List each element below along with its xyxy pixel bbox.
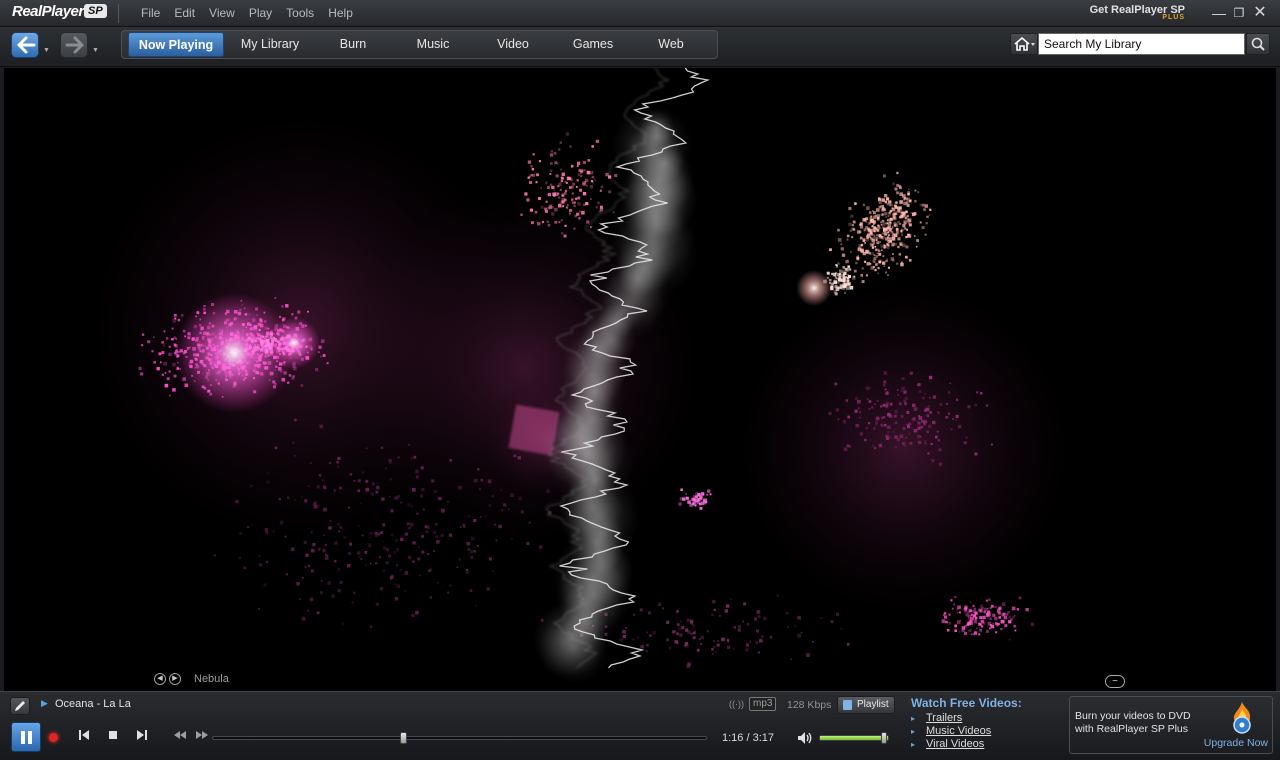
search-button[interactable] <box>1246 33 1270 55</box>
menu-file[interactable]: File <box>141 6 160 20</box>
back-arrow-icon <box>17 36 36 54</box>
title-bar: RealPlayer SP File Edit View Play Tools … <box>0 0 1280 27</box>
rewind-icon <box>174 731 186 739</box>
volume-handle[interactable] <box>881 732 887 744</box>
pencil-icon <box>15 701 25 711</box>
volume-slider[interactable] <box>819 732 889 744</box>
seek-bar[interactable] <box>212 732 707 744</box>
menu-tools[interactable]: Tools <box>286 6 314 20</box>
minimize-icon[interactable]: — <box>1210 4 1228 22</box>
menu-play[interactable]: Play <box>249 6 272 20</box>
search-input[interactable]: Search My Library <box>1038 33 1245 55</box>
track-title: Oceana - La La <box>55 698 131 710</box>
restore-icon[interactable]: ❐ <box>1230 4 1248 22</box>
search-icon <box>1251 37 1265 51</box>
previous-icon <box>79 730 89 740</box>
toolbar: ▼ ▼ Now Playing My Library Burn Music Vi… <box>0 27 1280 67</box>
record-button[interactable] <box>49 733 58 742</box>
previous-visualization-icon[interactable]: ◀ <box>154 673 166 685</box>
visualization-area[interactable]: ◀ ▶ Nebula ~ <box>4 68 1276 691</box>
nebula-visualization <box>84 68 1074 684</box>
speaker-icon <box>798 732 812 744</box>
now-playing-indicator-icon: ▶ <box>41 698 48 708</box>
menu-help[interactable]: Help <box>328 6 353 20</box>
seek-handle[interactable] <box>400 732 407 744</box>
visualization-mode-icon[interactable]: ~ <box>1105 675 1125 688</box>
close-icon[interactable]: ✕ <box>1251 4 1269 22</box>
player-control-bar: ▶ Oceana - La La ((·)) mp3 128 Kbps Play… <box>0 691 1280 760</box>
back-button[interactable] <box>11 32 39 58</box>
playlist-label: Playlist <box>857 699 889 710</box>
visualization-name: Nebula <box>194 673 229 685</box>
streaming-icon: ((·)) <box>729 699 744 709</box>
logo-badge: SP <box>84 4 107 18</box>
forward-arrow-icon <box>65 36 84 54</box>
format-badge: mp3 <box>749 697 777 711</box>
transport-controls: 1:16 / 3:17 <box>0 722 900 754</box>
upgrade-promo: Burn your videos to DVD with RealPlayer … <box>1069 696 1273 754</box>
tab-games[interactable]: Games <box>558 31 628 58</box>
upgrade-now-link[interactable]: Upgrade Now <box>1204 737 1268 749</box>
previous-track-button[interactable] <box>76 728 92 746</box>
bitrate: 128 Kbps <box>787 699 832 711</box>
volume-button[interactable] <box>796 730 814 751</box>
stop-button[interactable] <box>105 728 121 746</box>
stop-icon <box>109 731 117 739</box>
volume-level <box>820 736 888 740</box>
tab-video[interactable]: Video <box>478 31 548 58</box>
forward-button[interactable] <box>60 32 88 58</box>
tab-web[interactable]: Web <box>636 31 706 58</box>
link-music-videos[interactable]: Music Videos <box>911 725 991 738</box>
next-track-button[interactable] <box>134 728 150 746</box>
time-display: 1:16 / 3:17 <box>722 732 774 744</box>
link-viral-videos[interactable]: Viral Videos <box>911 738 991 751</box>
tab-burn[interactable]: Burn <box>318 31 388 58</box>
next-visualization-icon[interactable]: ▶ <box>169 673 181 685</box>
forward-history-chevron-icon[interactable]: ▼ <box>92 47 99 54</box>
playlist-icon <box>843 700 852 710</box>
playlist-button[interactable]: Playlist <box>837 696 895 714</box>
menu-edit[interactable]: Edit <box>174 6 195 20</box>
flame-disc-icon <box>1233 702 1251 734</box>
pause-button[interactable] <box>11 722 41 752</box>
home-icon <box>1014 36 1035 51</box>
upsell-text: Burn your videos to DVD with RealPlayer … <box>1075 710 1191 735</box>
fast-forward-icon <box>196 731 208 739</box>
menu-bar: File Edit View Play Tools Help <box>141 6 367 20</box>
back-history-chevron-icon[interactable]: ▼ <box>43 47 50 54</box>
rewind-button[interactable] <box>172 728 188 746</box>
divider <box>118 4 119 23</box>
get-realplayer-sp-link[interactable]: Get RealPlayer SP PLUS <box>1090 4 1185 21</box>
tab-now-playing[interactable]: Now Playing <box>128 32 224 57</box>
main-tabs: Now Playing My Library Burn Music Video … <box>121 30 718 59</box>
tab-my-library[interactable]: My Library <box>230 31 310 58</box>
realplayer-logo[interactable]: RealPlayer SP <box>8 2 108 24</box>
logo-text: RealPlayer <box>12 3 84 20</box>
menu-view[interactable]: View <box>209 6 235 20</box>
link-trailers[interactable]: Trailers <box>911 712 991 725</box>
edit-button[interactable] <box>10 697 30 715</box>
visualization-switcher: ◀ ▶ Nebula <box>154 673 229 685</box>
fast-forward-button[interactable] <box>194 728 210 746</box>
home-button[interactable] <box>1010 33 1038 55</box>
free-videos-list: Trailers Music Videos Viral Videos <box>911 712 991 751</box>
free-videos-title: Watch Free Videos: <box>911 696 1022 710</box>
next-icon <box>137 730 147 740</box>
tab-music[interactable]: Music <box>398 31 468 58</box>
